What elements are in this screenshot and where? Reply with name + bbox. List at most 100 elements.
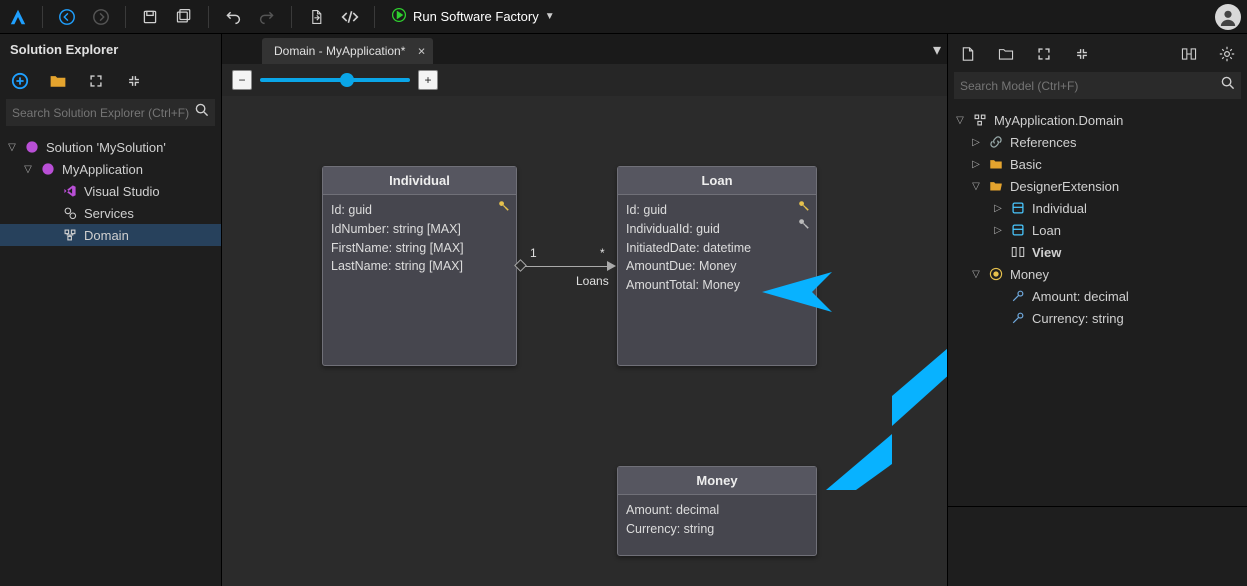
- property-icon: [1010, 310, 1026, 326]
- amount-node[interactable]: ▷ Amount: decimal: [948, 285, 1247, 307]
- entity-money[interactable]: Money Amount: decimal Currency: string: [617, 466, 817, 556]
- field: FirstName: string [MAX]: [331, 239, 508, 258]
- search-icon[interactable]: [1221, 76, 1235, 95]
- expand-button[interactable]: [86, 71, 106, 91]
- chevron-down-icon: ▽: [970, 181, 982, 192]
- services-node[interactable]: ▽ Services: [0, 202, 221, 224]
- settings-button[interactable]: [1217, 44, 1237, 64]
- services-label: Services: [84, 206, 134, 221]
- export-button[interactable]: [304, 5, 328, 29]
- multiplicity-left: 1: [530, 246, 537, 260]
- view-node[interactable]: ▷ View: [948, 241, 1247, 263]
- folder-open-icon: [988, 178, 1004, 194]
- annotation-arrow: [892, 336, 947, 426]
- open-folder-button[interactable]: [48, 71, 68, 91]
- chevron-right-icon: ▷: [992, 203, 1004, 214]
- top-toolbar: Run Software Factory ▼: [0, 0, 1247, 34]
- collapse-button[interactable]: [124, 71, 144, 91]
- ext-label: DesignerExtension: [1010, 179, 1119, 194]
- basic-node[interactable]: ▷ Basic: [948, 153, 1247, 175]
- close-icon[interactable]: ×: [418, 44, 426, 59]
- properties-panel: [948, 506, 1247, 586]
- references-node[interactable]: ▷ References: [948, 131, 1247, 153]
- slider-thumb[interactable]: [340, 73, 354, 87]
- visual-studio-node[interactable]: ▽ Visual Studio: [0, 180, 221, 202]
- save-all-button[interactable]: [172, 5, 196, 29]
- individual-node[interactable]: ▷ Individual: [948, 197, 1247, 219]
- link-icon: [988, 134, 1004, 150]
- vs-icon: [62, 183, 78, 199]
- solution-label: Solution 'MySolution': [46, 140, 166, 155]
- zoom-slider[interactable]: [260, 78, 410, 82]
- annotation-arrow: [762, 272, 832, 312]
- user-avatar[interactable]: [1215, 4, 1241, 30]
- code-button[interactable]: [338, 5, 362, 29]
- canvas[interactable]: Individual Id: guid IdNumber: string [MA…: [222, 96, 947, 586]
- field: InitiatedDate: datetime: [626, 239, 808, 258]
- view-label: View: [1032, 245, 1061, 260]
- zoom-in-button[interactable]: +: [418, 70, 438, 90]
- application-label: MyApplication: [62, 162, 143, 177]
- undo-button[interactable]: [221, 5, 245, 29]
- open-folder-button[interactable]: [996, 44, 1016, 64]
- field: Id: guid: [626, 201, 808, 220]
- application-node[interactable]: ▽ MyApplication: [0, 158, 221, 180]
- designer-area: Domain - MyApplication* × ▾ − + Individu…: [222, 34, 947, 586]
- foreign-key-icon: [798, 217, 810, 235]
- root-label: MyApplication.Domain: [994, 113, 1123, 128]
- field: LastName: string [MAX]: [331, 257, 508, 276]
- chevron-down-icon: ▽: [6, 142, 18, 153]
- model-search[interactable]: [954, 72, 1241, 99]
- tab-label: Domain - MyApplication*: [274, 44, 405, 58]
- designer-extension-node[interactable]: ▽ DesignerExtension: [948, 175, 1247, 197]
- tab-bar: Domain - MyApplication* × ▾: [222, 34, 947, 64]
- entity-loan[interactable]: Loan Id: guid IndividualId: guid Initiat…: [617, 166, 817, 366]
- entity-individual[interactable]: Individual Id: guid IdNumber: string [MA…: [322, 166, 517, 366]
- explorer-search-input[interactable]: [12, 106, 189, 120]
- value-object-icon: [988, 266, 1004, 282]
- multiplicity-right: *: [600, 246, 605, 260]
- redo-button: [255, 5, 279, 29]
- association-line[interactable]: [525, 266, 607, 267]
- chevron-right-icon: ▷: [992, 225, 1004, 236]
- field: Id: guid: [331, 201, 508, 220]
- currency-node[interactable]: ▷ Currency: string: [948, 307, 1247, 329]
- zoom-out-button[interactable]: −: [232, 70, 252, 90]
- money-node[interactable]: ▽ Money: [948, 263, 1247, 285]
- vs-label: Visual Studio: [84, 184, 160, 199]
- domain-root-node[interactable]: ▽ MyApplication.Domain: [948, 109, 1247, 131]
- model-search-input[interactable]: [960, 79, 1215, 93]
- new-file-button[interactable]: [958, 44, 978, 64]
- chevron-down-icon: ▽: [22, 164, 34, 175]
- save-button[interactable]: [138, 5, 162, 29]
- locate-button[interactable]: [1179, 44, 1199, 64]
- collapse-button[interactable]: [1072, 44, 1092, 64]
- explorer-search[interactable]: [6, 99, 215, 126]
- key-icon: [498, 199, 510, 217]
- role-label: Loans: [576, 274, 609, 288]
- loan-node[interactable]: ▷ Loan: [948, 219, 1247, 241]
- folder-icon: [988, 156, 1004, 172]
- model-explorer-panel: ▽ MyApplication.Domain ▷ References ▷ Ba…: [947, 34, 1247, 586]
- field: Amount: decimal: [626, 501, 808, 520]
- search-icon[interactable]: [195, 103, 209, 122]
- run-button[interactable]: Run Software Factory ▼: [387, 7, 559, 26]
- tabs-dropdown[interactable]: ▾: [933, 40, 941, 60]
- property-icon: [1010, 288, 1026, 304]
- app-logo[interactable]: [6, 5, 30, 29]
- entity-header: Loan: [618, 167, 816, 195]
- forward-button: [89, 5, 113, 29]
- solution-node[interactable]: ▽ Solution 'MySolution': [0, 136, 221, 158]
- canvas-toolbar: − +: [222, 64, 947, 96]
- domain-node[interactable]: ▽ Domain: [0, 224, 221, 246]
- individual-label: Individual: [1032, 201, 1087, 216]
- class-icon: [1010, 222, 1026, 238]
- field: IndividualId: guid: [626, 220, 808, 239]
- money-label: Money: [1010, 267, 1049, 282]
- tab-domain[interactable]: Domain - MyApplication* ×: [262, 38, 433, 64]
- class-icon: [1010, 200, 1026, 216]
- domain-icon: [62, 227, 78, 243]
- back-button[interactable]: [55, 5, 79, 29]
- add-button[interactable]: [10, 71, 30, 91]
- expand-button[interactable]: [1034, 44, 1054, 64]
